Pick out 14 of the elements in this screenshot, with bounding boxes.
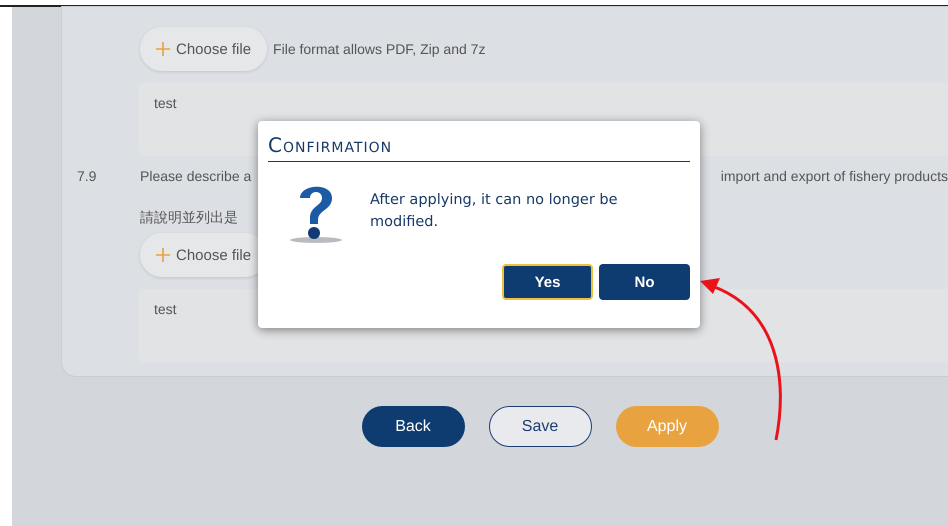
plus-icon — [156, 248, 170, 262]
dialog-title: Confirmation — [268, 133, 690, 162]
choose-file-button[interactable]: Choose file — [140, 27, 268, 71]
question-text: import and export of fishery products — [720, 168, 948, 184]
dialog-button[interactable]: Yes — [502, 264, 593, 300]
question-number: 7.9 — [77, 168, 98, 184]
question-text: 請說明並列出是 — [140, 208, 238, 227]
dialog-button[interactable]: No — [599, 264, 690, 300]
action-button[interactable]: Save — [488, 406, 592, 447]
action-button[interactable]: Back — [362, 406, 464, 447]
question-text: Please describe a — [140, 168, 252, 184]
dialog-message: After applying, it can no longer be modified. — [370, 191, 619, 232]
plus-icon — [156, 42, 170, 56]
file-format-hint: File format allows PDF, Zip and 7z — [273, 41, 486, 57]
